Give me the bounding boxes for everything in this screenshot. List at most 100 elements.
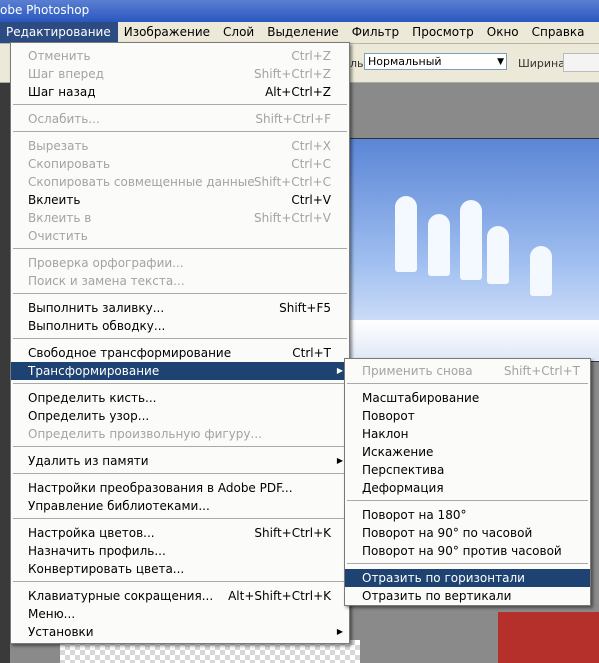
menu-separator <box>13 446 347 447</box>
menu-item-rotate-180[interactable]: Поворот на 180° <box>345 506 590 524</box>
canvas-tree <box>487 226 509 284</box>
menu-select[interactable]: Выделение <box>261 22 345 43</box>
menu-separator <box>13 518 347 519</box>
menu-separator <box>13 581 347 582</box>
menu-separator <box>13 383 347 384</box>
canvas-tree <box>428 214 450 276</box>
menu-help[interactable]: Справка <box>526 22 592 43</box>
menu-item-label: Поворот <box>362 409 415 423</box>
menu-item-spelling[interactable]: Проверка орфографии... <box>11 254 349 272</box>
menu-item-shortcut: Alt+Ctrl+Z <box>265 85 331 99</box>
menu-image[interactable]: Изображение <box>118 22 217 43</box>
menu-item-keyboard-shortcuts[interactable]: Клавиатурные сокращения... Alt+Shift+Ctr… <box>11 587 349 605</box>
menu-separator <box>347 563 588 564</box>
menu-layer[interactable]: Слой <box>217 22 261 43</box>
menu-item-label: Трансформирование <box>28 364 160 378</box>
menu-item-copy-merged[interactable]: Скопировать совмещенные данные Shift+Ctr… <box>11 173 349 191</box>
menu-item-skew[interactable]: Наклон <box>345 425 590 443</box>
menu-item-preset-manager[interactable]: Управление библиотеками... <box>11 497 349 515</box>
canvas-thumbnail <box>498 612 599 663</box>
menu-item-copy[interactable]: Скопировать Ctrl+C <box>11 155 349 173</box>
menu-item-define-brush[interactable]: Определить кисть... <box>11 389 349 407</box>
chevron-down-icon: ▼ <box>497 57 504 67</box>
menu-item-clear[interactable]: Очистить <box>11 227 349 245</box>
menu-item-shortcut: Shift+Ctrl+T <box>503 364 580 378</box>
menu-item-again[interactable]: Применить снова Shift+Ctrl+T <box>345 362 590 380</box>
menu-item-perspective[interactable]: Перспектива <box>345 461 590 479</box>
menu-window[interactable]: Окно <box>481 22 526 43</box>
menu-item-label: Наклон <box>362 427 409 441</box>
blend-mode-select[interactable]: Нормальный ▼ <box>364 53 507 70</box>
menu-item-assign-profile[interactable]: Назначить профиль... <box>11 542 349 560</box>
menu-edit[interactable]: Редактирование <box>0 22 118 43</box>
menu-item-paste-into[interactable]: Вклеить в Shift+Ctrl+V <box>11 209 349 227</box>
menu-item-rotate-90-ccw[interactable]: Поворот на 90° против часовой <box>345 542 590 560</box>
menu-item-step-back[interactable]: Шаг назад Alt+Ctrl+Z <box>11 83 349 101</box>
menu-item-cut[interactable]: Вырезать Ctrl+X <box>11 137 349 155</box>
submenu-arrow-icon: ▶ <box>336 627 343 636</box>
menu-item-stroke[interactable]: Выполнить обводку... <box>11 317 349 335</box>
menu-item-shortcut: Shift+Ctrl+C <box>253 175 331 189</box>
menu-item-undo[interactable]: Отменить Ctrl+Z <box>11 47 349 65</box>
menu-item-label: Настройка цветов... <box>28 526 155 540</box>
canvas-snow <box>346 320 599 360</box>
menu-item-paste[interactable]: Вклеить Ctrl+V <box>11 191 349 209</box>
menu-separator <box>13 293 347 294</box>
menu-item-shortcut: Shift+Ctrl+Z <box>254 67 331 81</box>
transform-submenu: Применить снова Shift+Ctrl+T Масштабиров… <box>344 358 591 606</box>
menu-item-label: Скопировать совмещенные данные <box>28 175 255 189</box>
menu-item-shortcut: Ctrl+V <box>291 193 331 207</box>
menu-item-convert-profile[interactable]: Конвертировать цвета... <box>11 560 349 578</box>
toolbox <box>0 83 10 663</box>
menu-item-label: Настройки преобразования в Adobe PDF... <box>28 481 293 495</box>
menu-item-label: Поиск и замена текста... <box>28 274 185 288</box>
width-input[interactable] <box>563 53 599 72</box>
menu-item-menus[interactable]: Меню... <box>11 605 349 623</box>
menu-item-free-transform[interactable]: Свободное трансформирование Ctrl+T <box>11 344 349 362</box>
menu-item-pdf-presets[interactable]: Настройки преобразования в Adobe PDF... <box>11 479 349 497</box>
menu-item-label: Вклеить <box>28 193 81 207</box>
menu-item-step-forward[interactable]: Шаг вперед Shift+Ctrl+Z <box>11 65 349 83</box>
canvas-tree <box>460 200 482 280</box>
menu-item-rotate[interactable]: Поворот <box>345 407 590 425</box>
menu-item-fade[interactable]: Ослабить... Shift+Ctrl+F <box>11 110 349 128</box>
width-label: Ширина: <box>518 57 569 70</box>
menu-item-shortcut: Ctrl+X <box>291 139 331 153</box>
menu-item-label: Клавиатурные сокращения... <box>28 589 214 603</box>
menu-item-label: Очистить <box>28 229 88 243</box>
menu-item-find-replace[interactable]: Поиск и замена текста... <box>11 272 349 290</box>
menu-view[interactable]: Просмотр <box>406 22 481 43</box>
menu-item-label: Ослабить... <box>28 112 100 126</box>
menu-item-shortcut: Ctrl+Z <box>291 49 331 63</box>
menu-item-scale[interactable]: Масштабирование <box>345 389 590 407</box>
menu-separator <box>13 104 347 105</box>
menu-item-label: Назначить профиль... <box>28 544 166 558</box>
menu-item-distort[interactable]: Искажение <box>345 443 590 461</box>
menu-item-label: Определить произвольную фигуру... <box>28 427 262 441</box>
menu-item-label: Определить узор... <box>28 409 150 423</box>
menu-item-shortcut: Alt+Shift+Ctrl+K <box>228 589 331 603</box>
menu-item-label: Выполнить заливку... <box>28 301 165 315</box>
menu-item-label: Перспектива <box>362 463 445 477</box>
menu-item-flip-vertical[interactable]: Отразить по вертикали <box>345 587 590 605</box>
menu-item-label: Конвертировать цвета... <box>28 562 185 576</box>
menu-item-flip-horizontal[interactable]: Отразить по горизонтали <box>345 569 590 587</box>
menu-item-label: Поворот на 180° <box>362 508 467 522</box>
menu-item-fill[interactable]: Выполнить заливку... Shift+F5 <box>11 299 349 317</box>
menu-item-label: Шаг назад <box>28 85 96 99</box>
menu-item-label: Установки <box>28 625 94 639</box>
menu-item-rotate-90-cw[interactable]: Поворот на 90° по часовой <box>345 524 590 542</box>
menu-item-transform[interactable]: Трансформирование ▶ <box>11 362 349 380</box>
menu-item-label: Скопировать <box>28 157 111 171</box>
menu-item-shortcut: Shift+F5 <box>279 301 331 315</box>
menu-item-color-settings[interactable]: Настройка цветов... Shift+Ctrl+K <box>11 524 349 542</box>
menu-item-preferences[interactable]: Установки ▶ <box>11 623 349 641</box>
menu-item-purge[interactable]: Удалить из памяти ▶ <box>11 452 349 470</box>
menu-item-label: Применить снова <box>362 364 473 378</box>
menu-item-warp[interactable]: Деформация <box>345 479 590 497</box>
menu-item-define-pattern[interactable]: Определить узор... <box>11 407 349 425</box>
menu-separator <box>13 338 347 339</box>
menu-item-define-shape[interactable]: Определить произвольную фигуру... <box>11 425 349 443</box>
menu-separator <box>13 131 347 132</box>
menu-filter[interactable]: Фильтр <box>346 22 406 43</box>
